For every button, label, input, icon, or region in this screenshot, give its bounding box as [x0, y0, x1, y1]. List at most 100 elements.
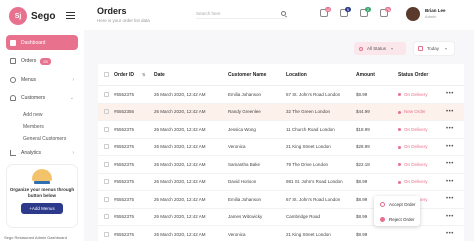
search-bar[interactable]: Search here	[196, 9, 286, 19]
more-options-icon[interactable]: •••	[446, 144, 454, 150]
sidebar-subitem-general-customers[interactable]: General Customers	[6, 133, 78, 145]
status-badge: On Delivery	[398, 162, 428, 167]
chevron-down-icon: ▾	[445, 46, 448, 51]
row-checkbox[interactable]	[104, 91, 109, 97]
amount-cell: $22.18	[356, 161, 370, 167]
reject-order-menu-item[interactable]: Reject Order	[374, 213, 420, 226]
filter-icon	[359, 46, 363, 51]
row-checkbox[interactable]	[104, 196, 109, 202]
search-icon[interactable]	[281, 11, 286, 16]
location-cell: 11 Church Road London	[286, 126, 335, 132]
chevron-down-icon: ⌄	[69, 95, 74, 101]
bell-icon[interactable]: 12	[320, 7, 331, 17]
location-cell: Cambridge Road	[286, 214, 321, 220]
more-options-icon[interactable]: •••	[446, 126, 454, 132]
more-options-icon[interactable]: •••	[446, 91, 454, 97]
sidebar-item-menus[interactable]: Menus ›	[6, 72, 78, 87]
date-cell: 26 March 2020, 12:42 AM	[154, 144, 206, 150]
more-options-icon[interactable]: •••	[446, 231, 454, 237]
column-header-date[interactable]: Date	[154, 72, 165, 78]
row-checkbox[interactable]	[104, 179, 109, 185]
avatar[interactable]	[406, 7, 420, 21]
row-checkbox[interactable]	[104, 126, 109, 132]
column-header-location[interactable]: Location	[286, 72, 307, 78]
row-checkbox[interactable]	[104, 231, 109, 237]
date-cell: 26 March 2020, 12:42 AM	[154, 179, 206, 185]
table-row[interactable]: #5552375 26 March 2020, 12:42 AM Samantha …	[98, 156, 464, 174]
column-header-amount[interactable]: Amount	[356, 72, 375, 78]
amount-cell: $44.99	[356, 109, 370, 115]
gift-badge: 2	[365, 7, 371, 12]
status-label: On Delivery	[404, 91, 428, 97]
amount-cell: $8.99	[356, 231, 368, 237]
gift-icon[interactable]: 2	[360, 7, 371, 17]
sidebar-item-orders[interactable]: Orders 25	[6, 54, 78, 69]
accept-order-menu-item[interactable]: Accept Order	[374, 198, 420, 211]
sidebar-item-analytics[interactable]: Analytics ›	[6, 145, 78, 160]
logo-text: Sego	[31, 10, 56, 22]
table-row[interactable]: #5552356 26 March 2020, 12:42 AM Randy Gre…	[98, 103, 464, 121]
location-cell: 67 St. John's Road London	[286, 91, 341, 97]
more-options-icon[interactable]: •••	[446, 196, 454, 202]
orders-count-badge: 25	[40, 57, 51, 65]
reject-order-label: Reject Order	[389, 217, 415, 222]
chat-icon[interactable]: 5	[340, 7, 351, 17]
sort-icon[interactable]: ⇅	[142, 72, 145, 77]
column-header-customer[interactable]: Customer Name	[228, 72, 266, 78]
table-row[interactable]: #5552375 26 March 2020, 12:42 AM Veronica 2…	[98, 226, 464, 241]
settings-icon[interactable]: 76	[380, 7, 391, 17]
date-filter-dropdown[interactable]: Today ▾	[414, 42, 454, 55]
row-checkbox[interactable]	[104, 161, 109, 167]
location-cell: 981 St. John's Road London	[286, 179, 343, 185]
sidebar: Sj Sego Dashboard Orders 25 Menus › Cust…	[0, 0, 84, 241]
more-options-icon[interactable]: •••	[446, 179, 454, 185]
table-header-row: Order ID ⇅ Date Customer Name Location A…	[98, 64, 464, 86]
status-label: On Delivery	[404, 161, 428, 167]
sidebar-nav: Dashboard Orders 25 Menus › Customers ⌄ …	[6, 35, 78, 164]
logo[interactable]: Sj Sego	[9, 7, 55, 25]
status-dot	[398, 93, 401, 97]
settings-badge: 76	[385, 7, 391, 12]
date-cell: 26 March 2020, 12:42 AM	[154, 161, 206, 167]
order-id-cell: #5552375	[114, 196, 135, 202]
row-checkbox[interactable]	[104, 109, 109, 115]
more-options-icon[interactable]: •••	[446, 161, 454, 167]
user-name: Brian Lee	[425, 8, 446, 13]
search-input[interactable]: Search here	[196, 11, 281, 16]
analytics-icon	[10, 149, 16, 156]
sidebar-item-dashboard[interactable]: Dashboard	[6, 35, 78, 50]
add-menus-button[interactable]: +Add Menus	[21, 203, 63, 214]
sidebar-item-customers[interactable]: Customers ⌄	[6, 91, 78, 106]
orders-icon	[10, 58, 16, 64]
location-cell: 21 King Street London	[286, 231, 331, 237]
customer-cell: Samantha Bake	[228, 161, 261, 167]
footer-text: Sego Restaurant Admin Dashboard	[4, 235, 67, 240]
status-dot	[398, 128, 401, 132]
row-checkbox[interactable]	[104, 144, 109, 150]
column-header-order-id[interactable]: Order ID	[114, 72, 134, 78]
table-row[interactable]: #5552375 26 March 2020, 12:42 AM Jessica W…	[98, 121, 464, 139]
sidebar-subitem-add-new[interactable]: Add new	[6, 109, 78, 121]
more-options-icon[interactable]: •••	[446, 109, 454, 115]
location-cell: 32 The Green London	[286, 109, 330, 115]
row-checkbox[interactable]	[104, 214, 109, 220]
table-row[interactable]: #5552375 26 March 2020, 12:42 AM Veronica 2…	[98, 139, 464, 156]
amount-cell: $18.99	[356, 126, 370, 132]
date-cell: 26 March 2020, 12:42 AM	[154, 214, 206, 220]
sidebar-item-label: Customers	[21, 95, 46, 101]
date-cell: 26 March 2020, 12:42 AM	[154, 91, 206, 97]
select-all-checkbox[interactable]	[104, 72, 109, 77]
status-dot	[398, 180, 401, 184]
status-badge: On Delivery	[398, 92, 428, 97]
sidebar-item-label: Analytics	[21, 149, 42, 156]
status-filter-dropdown[interactable]: All Status ▾	[354, 42, 406, 55]
more-options-icon[interactable]: •••	[446, 214, 454, 220]
hamburger-icon[interactable]	[66, 12, 75, 21]
sidebar-subitem-members[interactable]: Members	[6, 121, 78, 133]
location-cell: 21 King Street London	[286, 144, 331, 150]
table-row[interactable]: #5552375 26 March 2020, 12:42 AM Emilia Jo…	[98, 86, 464, 104]
column-header-status[interactable]: Status Order	[398, 72, 428, 78]
table-row[interactable]: #5552375 26 March 2020, 12:42 AM David Hor…	[98, 174, 464, 191]
customers-icon	[10, 95, 16, 101]
close-icon	[380, 217, 385, 222]
